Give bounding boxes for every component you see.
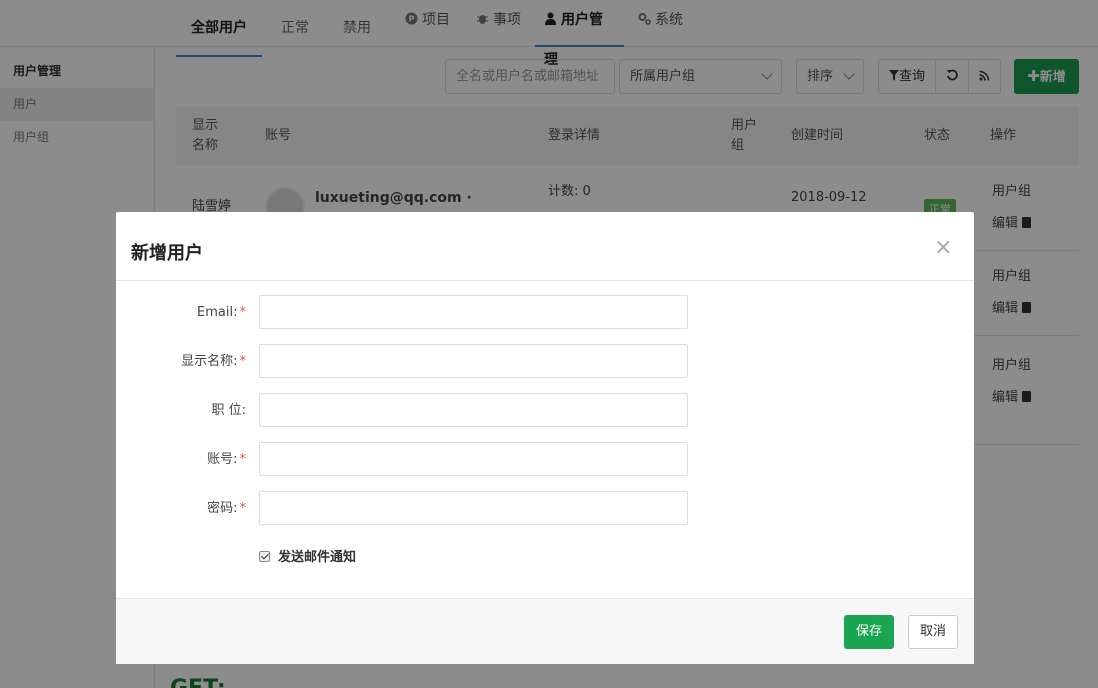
cancel-button[interactable]: 取消 — [908, 615, 958, 649]
required-mark: * — [239, 501, 247, 516]
password-label: 密码: * — [126, 500, 246, 518]
modal-title: 新增用户 — [131, 243, 203, 264]
position-field[interactable] — [259, 393, 688, 427]
label-text: Email: — [197, 305, 238, 320]
close-icon[interactable]: × — [934, 236, 952, 260]
email-label: Email: * — [126, 304, 246, 322]
position-label: 职 位: — [126, 402, 246, 420]
required-mark: * — [239, 452, 247, 467]
display-name-field[interactable] — [259, 344, 688, 378]
notify-label[interactable]: 发送邮件通知 — [278, 550, 356, 565]
notify-option: 发送邮件通知 — [259, 549, 356, 567]
required-mark: * — [239, 305, 247, 320]
add-user-modal: 新增用户 × Email: * 显示名称: * 职 位: 账号: * 密码: * 发送邮… — [116, 212, 974, 664]
modal-footer: 保存 取消 — [116, 598, 974, 664]
display-name-label: 显示名称: * — [126, 353, 246, 371]
notify-checkbox[interactable] — [259, 551, 270, 562]
required-mark: * — [239, 354, 247, 369]
label-text: 密码: — [207, 501, 238, 516]
email-field[interactable] — [259, 295, 688, 329]
label-text: 账号: — [207, 452, 238, 467]
account-label: 账号: * — [126, 451, 246, 469]
save-button[interactable]: 保存 — [844, 615, 894, 649]
label-text: 职 位: — [211, 403, 246, 418]
modal-divider — [116, 280, 974, 281]
account-field[interactable] — [259, 442, 688, 476]
label-text: 显示名称: — [181, 354, 238, 369]
password-field[interactable] — [259, 491, 688, 525]
